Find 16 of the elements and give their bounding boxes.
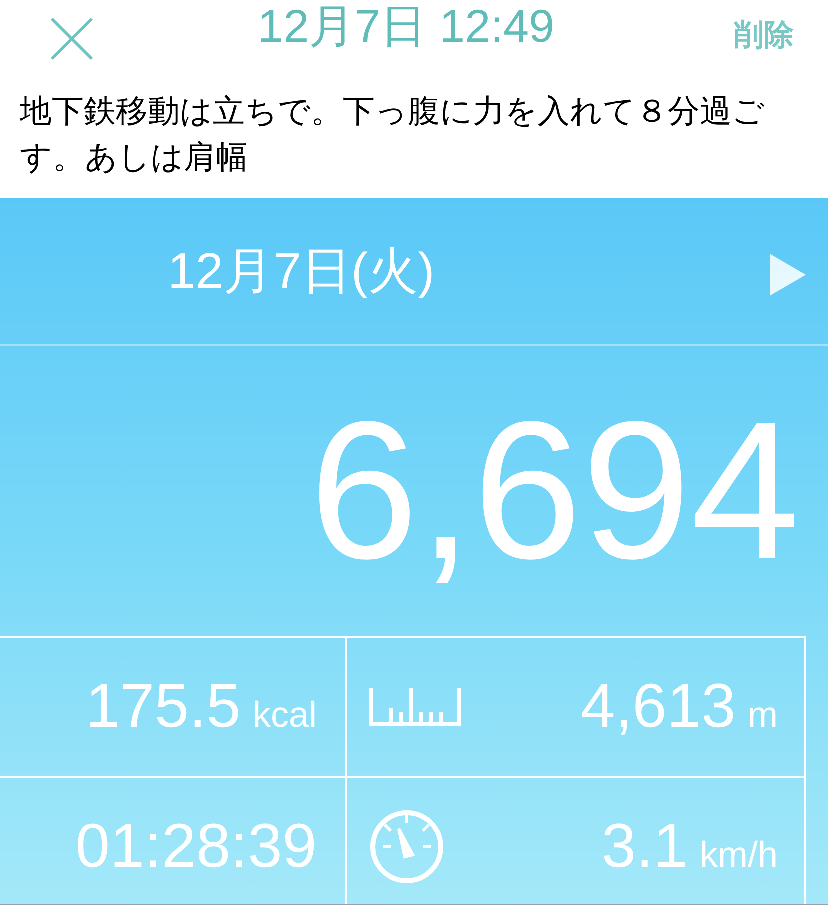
stat-unit: kcal bbox=[252, 693, 317, 737]
stat-value: 01:28:39 bbox=[76, 812, 317, 882]
stat-unit: m bbox=[748, 693, 778, 737]
stat-value: 175.5 bbox=[86, 672, 241, 742]
ruler-icon bbox=[369, 688, 461, 726]
close-icon[interactable] bbox=[50, 17, 94, 61]
stat-value: 4,613 bbox=[580, 672, 736, 742]
header-title: 12月7日 12:49 bbox=[258, 0, 555, 52]
stat-value: 3.1 bbox=[602, 812, 688, 882]
stat-unit: km/h bbox=[700, 833, 778, 877]
date-label: 12月7日(火) bbox=[168, 242, 435, 300]
note-text: 地下鉄移動は立ちで。下っ腹に力を入れて８分過ごす。あしは肩幅 bbox=[19, 92, 766, 177]
next-arrow-icon[interactable] bbox=[770, 254, 806, 296]
step-count: 6,694 bbox=[310, 391, 800, 591]
speedometer-icon bbox=[369, 809, 445, 885]
delete-button[interactable]: 削除 bbox=[734, 16, 794, 56]
